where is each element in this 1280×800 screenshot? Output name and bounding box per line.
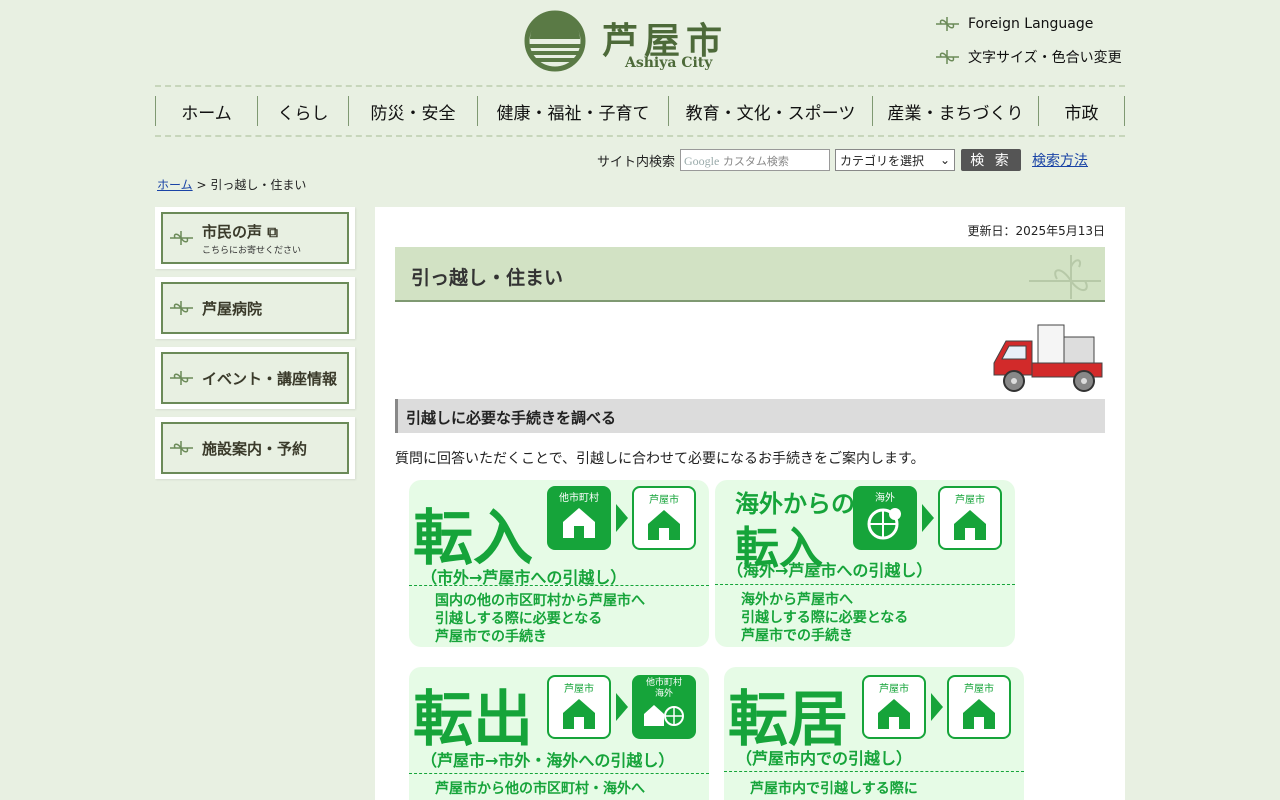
house-icon <box>563 508 595 538</box>
to-box: 芦屋市 <box>947 675 1011 739</box>
card-subtitle: （海外→芦屋市への引越し） <box>727 561 933 580</box>
ornament-icon <box>936 17 959 31</box>
moving-truck-illustration <box>993 324 1103 392</box>
nav-kyoiku[interactable]: 教育・文化・スポーツ <box>668 96 872 126</box>
to-box: 芦屋市 <box>632 486 696 550</box>
chevron-down-icon: ⌄ <box>939 153 951 167</box>
ornament-icon <box>170 231 193 245</box>
to-box: 他市町村 海外 <box>632 675 696 739</box>
site-search: サイト内検索 Google カスタム検索 カテゴリを選択 ⌄ 検 索 検索方法 <box>597 149 1088 171</box>
card-note: 芦屋市内で引越しする際に <box>750 781 918 797</box>
house-icon <box>563 699 595 729</box>
breadcrumb: ホーム > 引っ越し・住まい <box>157 178 307 192</box>
nav-bosai[interactable]: 防災・安全 <box>348 96 477 126</box>
search-label: サイト内検索 <box>597 154 676 170</box>
from-box: 芦屋市 <box>862 675 926 739</box>
logo-subtitle: Ashiya City <box>625 55 713 71</box>
arrow-right-icon <box>931 693 943 721</box>
ornament-icon <box>170 301 193 315</box>
nav-sangyo[interactable]: 産業・まちづくり <box>872 96 1038 126</box>
nav-shisei[interactable]: 市政 <box>1038 96 1125 126</box>
from-box: 芦屋市 <box>547 675 611 739</box>
ornament-icon <box>170 371 193 385</box>
from-box: 海外 <box>853 486 917 550</box>
card-tennyu[interactable]: 転入 他市町村 芦屋市 （市外→芦屋市への引越し） 国内の他の市区町村から芦屋市… <box>409 480 709 647</box>
sidebar-events[interactable]: イベント・講座情報 <box>155 347 355 409</box>
card-tenkyo[interactable]: 転居 芦屋市 芦屋市 （芦屋市内での引越し） 芦屋市内で引越しする際に <box>724 667 1024 800</box>
external-window-icon: ⧉ <box>267 222 278 241</box>
ornament-icon <box>170 441 193 455</box>
house-icon <box>963 699 995 729</box>
breadcrumb-home[interactable]: ホーム <box>157 178 193 192</box>
section-description: 質問に回答いただくことで、引越しに合わせて必要になるお手続きをご案内します。 <box>395 451 925 467</box>
arrow-right-icon <box>922 504 934 532</box>
card-note: 芦屋市から他の市区町村・海外へ <box>435 781 645 797</box>
card-note: 海外から芦屋市へ 引越しする際に必要となる 芦屋市での手続き <box>741 592 909 644</box>
card-note: 国内の他の市区町村から芦屋市へ 引越しする際に必要となる 芦屋市での手続き <box>435 593 645 645</box>
arrow-right-icon <box>616 693 628 721</box>
card-title: 転出 <box>413 685 533 755</box>
breadcrumb-current: 引っ越し・住まい <box>210 178 307 192</box>
search-help-link[interactable]: 検索方法 <box>1032 150 1088 170</box>
section-heading: 引越しに必要な手続きを調べる <box>395 399 1105 433</box>
card-overseas-tennyu[interactable]: 海外からの 転入 海外 芦屋市 （海外→芦屋市への引越し） 海外から芦屋市へ 引… <box>715 480 1015 647</box>
globe-pin-icon <box>867 508 901 540</box>
sidebar-facilities[interactable]: 施設案内・予約 <box>155 417 355 479</box>
main-content: 更新日：2025年5月13日 引っ越し・住まい 引越しに必要な手続きを調べる 質… <box>375 207 1125 800</box>
ashiya-logo-mark-icon <box>524 10 586 72</box>
category-select[interactable]: カテゴリを選択 ⌄ <box>835 149 956 171</box>
global-nav: ホーム くらし 防災・安全 健康・福祉・子育て 教育・文化・スポーツ 産業・まち… <box>155 85 1125 137</box>
card-subtitle: （芦屋市→市外・海外への引越し） <box>421 751 675 770</box>
page-title: 引っ越し・住まい <box>395 247 1105 302</box>
nav-kenko[interactable]: 健康・福祉・子育て <box>477 96 668 126</box>
sidebar-ashiya-hospital[interactable]: 芦屋病院 <box>155 277 355 339</box>
house-icon <box>878 699 910 729</box>
site-logo[interactable]: 芦屋市 Ashiya City <box>522 8 732 78</box>
text-size-color-link[interactable]: 文字サイズ・色合い変更 <box>935 47 1122 67</box>
card-tenshutsu[interactable]: 転出 芦屋市 他市町村 海外 （芦屋市→市外・海外への引越し） 芦屋市から他の市区… <box>409 667 709 800</box>
from-box: 他市町村 <box>547 486 611 550</box>
foreign-language-label: Foreign Language <box>968 16 1094 32</box>
nav-home[interactable]: ホーム <box>155 96 257 126</box>
ornament-icon <box>936 50 959 64</box>
arrow-right-icon <box>616 504 628 532</box>
ornament-icon <box>1029 255 1101 299</box>
house-icon <box>648 510 680 540</box>
sidebar-citizen-voice[interactable]: 市民の声 ⧉ こちらにお寄せください <box>155 207 355 269</box>
nav-kurashi[interactable]: くらし <box>257 96 348 126</box>
text-size-color-label: 文字サイズ・色合い変更 <box>968 50 1122 66</box>
to-box: 芦屋市 <box>938 486 1002 550</box>
house-icon <box>954 510 986 540</box>
updated-date: 更新日：2025年5月13日 <box>967 224 1105 238</box>
card-subtitle: （芦屋市内での引越し） <box>736 749 913 768</box>
search-button[interactable]: 検 索 <box>961 149 1022 171</box>
foreign-language-link[interactable]: Foreign Language <box>935 16 1093 32</box>
search-input[interactable]: Google カスタム検索 <box>680 149 831 171</box>
house-globe-icon <box>644 705 684 726</box>
